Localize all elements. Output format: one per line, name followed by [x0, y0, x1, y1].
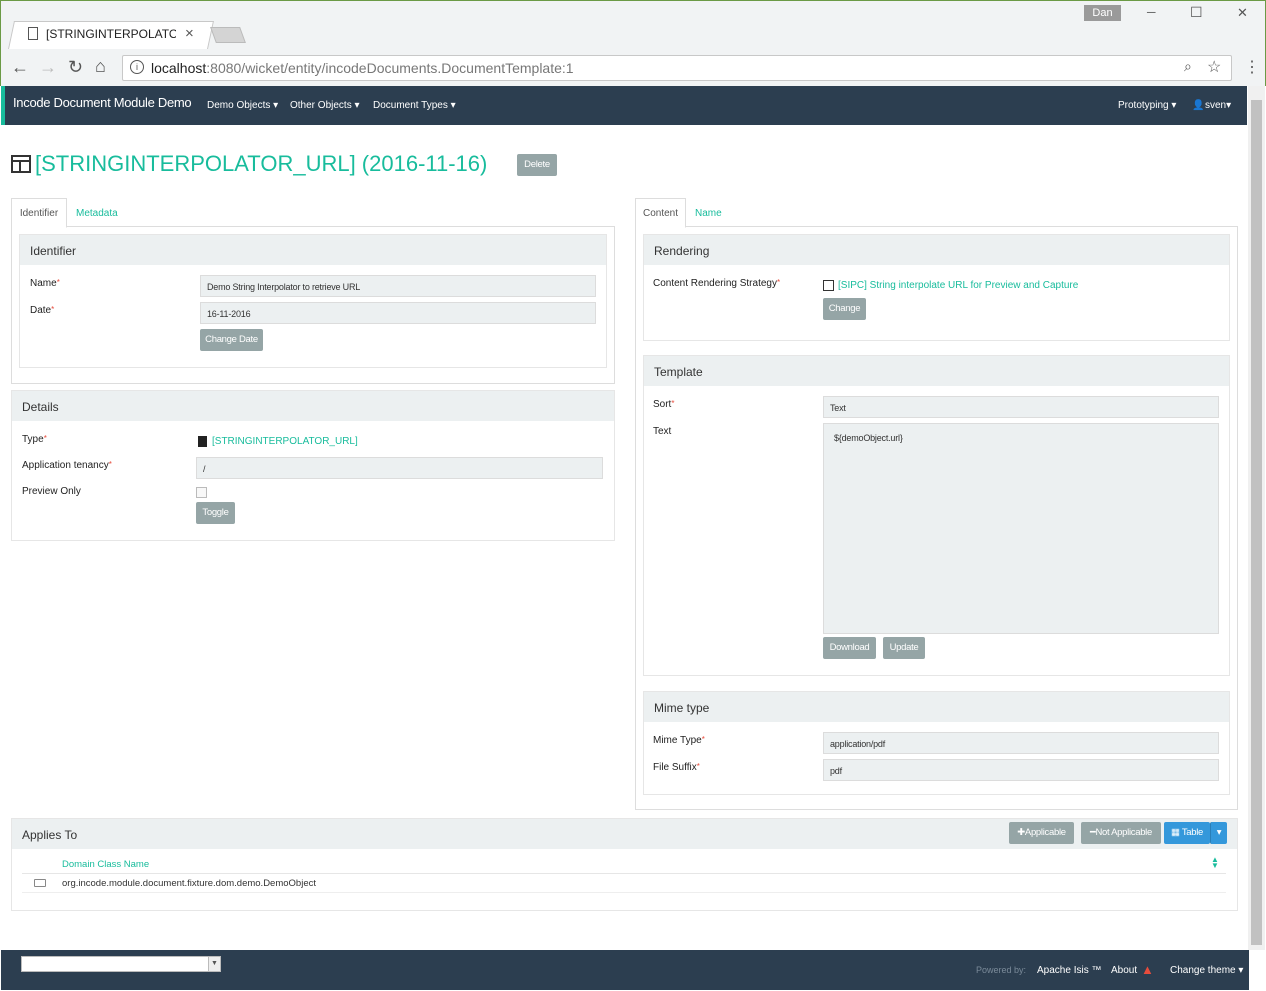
file-suffix-label: File Suffix*: [653, 762, 700, 773]
browser-tab-title: [STRINGINTERPOLATOR_: [46, 27, 176, 41]
menu-prototyping[interactable]: Prototyping ▾: [1118, 100, 1176, 111]
text-label: Text: [653, 426, 672, 437]
home-icon[interactable]: ⌂: [95, 56, 106, 77]
update-button[interactable]: Update: [883, 637, 925, 659]
panel-heading: Identifier: [20, 235, 606, 265]
table-view-button[interactable]: ▦ Table: [1164, 822, 1210, 844]
url-text[interactable]: localhost:8080/wicket/entity/incodeDocum…: [151, 60, 574, 76]
sort-icon[interactable]: ▲ ▼: [1211, 856, 1219, 870]
applicable-button[interactable]: ✚Applicable: [1009, 822, 1074, 844]
menu-user[interactable]: sven▾: [1205, 100, 1231, 111]
menu-demo-objects[interactable]: Demo Objects ▾: [207, 100, 278, 111]
browser-menu-icon[interactable]: ⋮: [1244, 57, 1260, 77]
panel-heading: Rendering: [644, 235, 1229, 265]
name-label: Name*: [30, 278, 60, 289]
table-header-row: [22, 854, 1226, 874]
date-label: Date*: [30, 305, 55, 316]
type-label: Type*: [22, 434, 47, 445]
powered-by-label: Powered by:: [976, 965, 1027, 975]
mime-type-label: Mime Type*: [653, 735, 705, 746]
preview-checkbox[interactable]: [196, 487, 207, 498]
scrollbar-thumb[interactable]: [1251, 100, 1262, 945]
download-button[interactable]: Download: [823, 637, 876, 659]
domain-class-cell: org.incode.module.document.fixture.dom.d…: [62, 878, 316, 889]
about-link[interactable]: About: [1111, 965, 1137, 976]
file-suffix-field[interactable]: pdf: [823, 759, 1219, 781]
app-navbar: Incode Document Module Demo Demo Objects…: [1, 86, 1247, 125]
menu-document-types[interactable]: Document Types ▾: [373, 100, 456, 111]
tab-name[interactable]: Name: [695, 208, 722, 219]
identifier-panel: Identifier: [19, 234, 607, 368]
zoom-icon[interactable]: ⌕: [1184, 58, 1192, 75]
change-date-button[interactable]: Change Date: [200, 329, 263, 351]
maximize-icon[interactable]: ☐: [1190, 4, 1203, 21]
text-area[interactable]: ${demoObject.url}: [823, 423, 1219, 634]
reload-icon[interactable]: ↻: [68, 57, 83, 78]
tenancy-field[interactable]: /: [196, 457, 603, 479]
row-link-icon[interactable]: [34, 879, 46, 887]
info-icon[interactable]: i: [130, 60, 144, 74]
browser-chrome: [STRINGINTERPOLATOR_ × Dan ─ ☐ ✕ ← → ↻ ⌂…: [0, 0, 1266, 86]
panel-heading: Details: [12, 391, 614, 421]
tab-close-icon[interactable]: ×: [185, 25, 194, 42]
view-dropdown-button[interactable]: ▾: [1210, 822, 1227, 844]
window-close-icon[interactable]: ✕: [1237, 5, 1248, 21]
name-field[interactable]: Demo String Interpolator to retrieve URL: [200, 275, 596, 297]
back-icon[interactable]: ←: [11, 57, 29, 78]
document-template-icon: [11, 155, 31, 173]
tenancy-label: Application tenancy*: [22, 460, 112, 471]
tab-metadata[interactable]: Metadata: [76, 208, 118, 219]
toggle-button[interactable]: Toggle: [196, 502, 235, 524]
plus-icon: ✚: [1017, 827, 1025, 838]
right-tabbar: [635, 198, 1238, 227]
table-icon: ▦: [1170, 827, 1182, 838]
column-domain-class-name[interactable]: Domain Class Name: [62, 859, 149, 870]
panel-heading: Mime type: [644, 692, 1229, 722]
strategy-link[interactable]: [SIPC] String interpolate URL for Previe…: [838, 280, 1078, 291]
change-theme-menu[interactable]: Change theme ▾: [1170, 965, 1243, 976]
bookmark-star-icon[interactable]: ☆: [1207, 57, 1221, 77]
not-applicable-button[interactable]: ━Not Applicable: [1081, 822, 1161, 844]
forward-icon[interactable]: →: [39, 57, 57, 78]
type-link[interactable]: [STRINGINTERPOLATOR_URL]: [212, 436, 358, 447]
page-title: [STRINGINTERPOLATOR_URL] (2016-11-16): [35, 151, 488, 176]
menu-other-objects[interactable]: Other Objects ▾: [290, 100, 360, 111]
file-icon: [198, 436, 207, 447]
sort-label: Sort*: [653, 399, 675, 410]
date-field[interactable]: 16-11-2016: [200, 302, 596, 324]
new-tab-button[interactable]: [210, 27, 246, 43]
cube-icon: [823, 280, 834, 291]
chevron-down-icon[interactable]: ▼: [208, 957, 220, 971]
delete-button[interactable]: Delete: [517, 154, 557, 176]
mime-type-field[interactable]: application/pdf: [823, 732, 1219, 754]
tab-content[interactable]: Content: [635, 198, 686, 228]
page-icon: [28, 27, 38, 40]
app-brand[interactable]: Incode Document Module Demo: [13, 95, 192, 110]
warning-icon: ▲: [1141, 962, 1154, 977]
sort-field[interactable]: Text: [823, 396, 1219, 418]
tab-identifier[interactable]: Identifier: [11, 198, 67, 228]
strategy-label: Content Rendering Strategy*: [653, 278, 781, 289]
change-strategy-button[interactable]: Change: [823, 298, 866, 320]
user-icon: 👤: [1192, 100, 1205, 111]
apache-isis-link[interactable]: Apache Isis ™: [1037, 965, 1101, 976]
footer-select[interactable]: [21, 956, 221, 972]
minimize-icon[interactable]: ─: [1147, 5, 1156, 19]
panel-heading: Template: [644, 356, 1229, 386]
user-chip[interactable]: Dan: [1084, 5, 1121, 21]
preview-label: Preview Only: [22, 486, 81, 497]
